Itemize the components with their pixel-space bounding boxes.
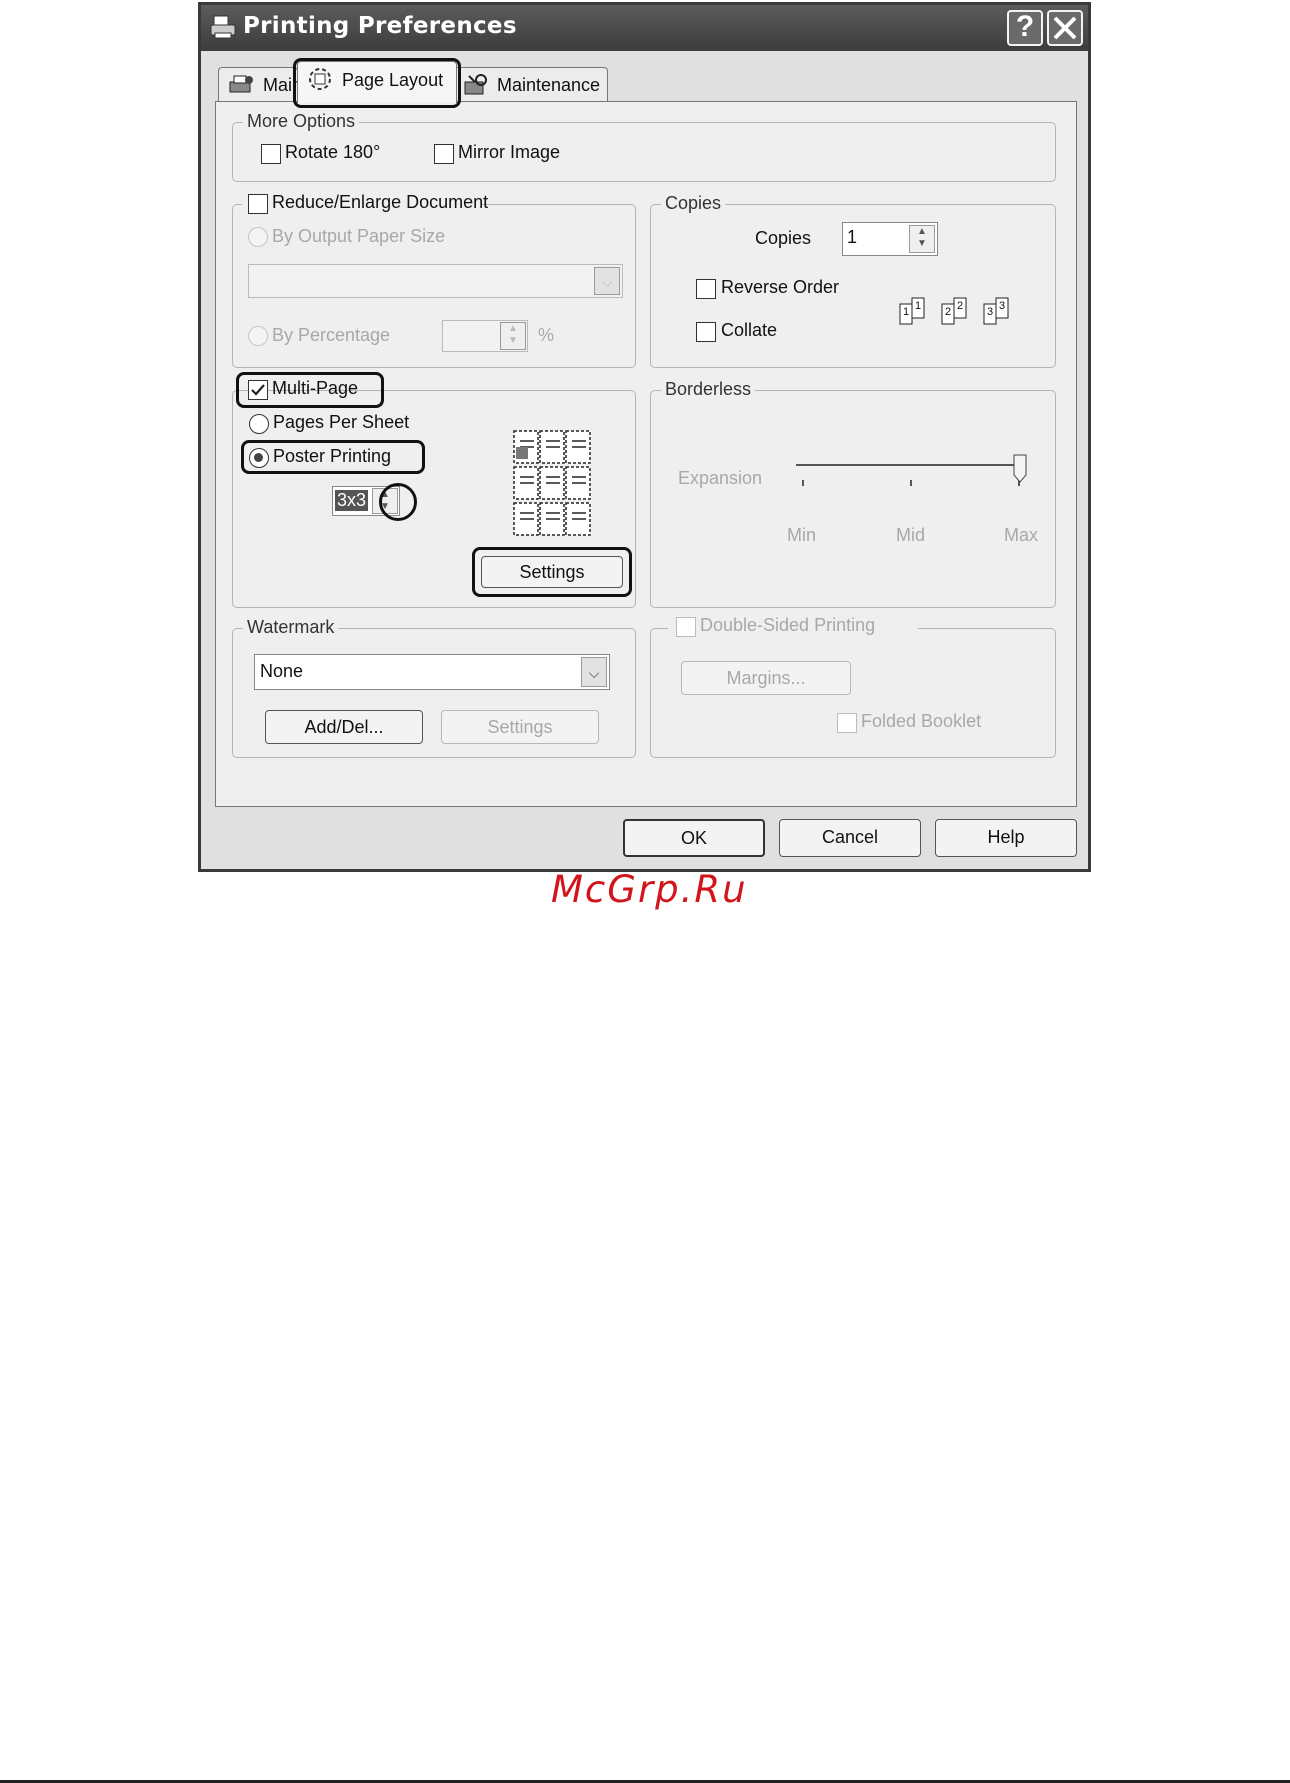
watermark-title: Watermark <box>243 617 339 638</box>
tab-main[interactable]: Main <box>218 67 302 101</box>
sheet-number: 2 <box>945 306 952 318</box>
close-button[interactable] <box>1047 10 1083 46</box>
watermark-settings-button[interactable]: Settings <box>441 710 599 744</box>
slider-tick <box>802 480 804 486</box>
tab-panel: More Options Rotate 180° Mirror Image Re… <box>215 101 1077 807</box>
highlight-settings <box>472 547 632 597</box>
collate-illustration: 1 1 2 2 3 3 <box>896 292 1026 326</box>
reverse-order-checkbox[interactable] <box>696 279 716 299</box>
collate-checkbox[interactable] <box>696 322 716 342</box>
maintenance-tab-icon <box>464 74 487 95</box>
by-percentage-radio[interactable] <box>248 326 268 346</box>
reduce-enlarge-label: Reduce/Enlarge Document <box>272 192 489 212</box>
ok-button[interactable]: OK <box>623 819 765 857</box>
percentage-input[interactable]: ▲ ▼ <box>442 320 528 352</box>
dialog-window: Printing Preferences ? Main Page Layout … <box>198 2 1091 872</box>
window-title: Printing Preferences <box>243 13 517 39</box>
by-output-paper-radio[interactable] <box>248 227 268 247</box>
title-bar[interactable]: Printing Preferences ? <box>201 5 1088 51</box>
poster-preview-icon <box>513 430 591 536</box>
sheet-number: 3 <box>999 300 1006 312</box>
sheet-number: 1 <box>903 306 910 318</box>
mirror-checkbox[interactable] <box>434 144 454 164</box>
slider-mid-label: Mid <box>896 525 926 545</box>
tab-maintenance-label: Maintenance <box>497 75 601 95</box>
expansion-slider[interactable] <box>796 454 1032 494</box>
copies-title: Copies <box>661 193 726 214</box>
borderless-group: Borderless <box>650 379 1056 608</box>
add-del-button[interactable]: Add/Del... <box>265 710 423 744</box>
sheet-set-3: 3 3 <box>980 296 1020 331</box>
reverse-order-label: Reverse Order <box>721 277 840 297</box>
sheet-number: 3 <box>987 306 994 318</box>
copies-label: Copies <box>755 228 812 248</box>
copies-value: 1 <box>847 227 858 247</box>
double-sided-label: Double-Sided Printing <box>700 615 876 635</box>
by-percentage-label: By Percentage <box>272 325 391 345</box>
by-output-paper-label: By Output Paper Size <box>272 226 446 246</box>
pages-per-sheet-radio[interactable] <box>249 414 269 434</box>
copies-stepper[interactable]: ▲ ▼ <box>909 225 935 253</box>
slider-thumb[interactable] <box>1012 454 1028 484</box>
folded-booklet-checkbox[interactable] <box>837 713 857 733</box>
tab-maintenance[interactable]: Maintenance <box>452 67 608 101</box>
margins-button[interactable]: Margins... <box>681 661 851 695</box>
site-watermark: McGrp.Ru <box>551 868 748 911</box>
watermark-selected: None <box>260 661 304 681</box>
slider-track <box>796 464 1024 466</box>
watermark-select[interactable]: None ⌵ <box>254 654 610 690</box>
rotate-checkbox[interactable] <box>261 144 281 164</box>
cancel-button[interactable]: Cancel <box>779 819 921 857</box>
double-sided-checkbox[interactable] <box>676 617 696 637</box>
printer-tab-icon <box>229 75 253 93</box>
help-button[interactable]: Help <box>935 819 1077 857</box>
poster-size-value: 3x3 <box>335 490 369 511</box>
reduce-enlarge-checkbox[interactable] <box>248 194 268 214</box>
highlight-poster-printing <box>241 440 425 474</box>
chevron-down-icon: ⌵ <box>594 267 620 295</box>
percentage-stepper[interactable]: ▲ ▼ <box>500 322 526 350</box>
output-paper-select[interactable]: ⌵ <box>248 264 623 298</box>
copies-input[interactable]: 1 ▲ ▼ <box>842 222 938 256</box>
borderless-title: Borderless <box>661 379 756 400</box>
sheet-set-2: 2 2 <box>938 296 978 331</box>
highlight-multi-page <box>236 372 384 408</box>
sheet-set-1: 1 1 <box>896 296 936 331</box>
collate-label: Collate <box>721 320 778 340</box>
percent-sign: % <box>538 325 555 345</box>
sheet-number: 2 <box>957 300 964 312</box>
chevron-down-icon: ⌵ <box>581 657 607 687</box>
expansion-label: Expansion <box>678 468 763 488</box>
more-options-title: More Options <box>243 111 360 132</box>
slider-min-label: Min <box>787 525 817 545</box>
slider-tick <box>910 480 912 486</box>
close-icon <box>1053 16 1077 40</box>
sheet-number: 1 <box>915 300 922 312</box>
help-title-button[interactable]: ? <box>1007 10 1043 46</box>
highlight-stepper <box>379 483 417 521</box>
rotate-label: Rotate 180° <box>285 142 381 162</box>
pages-per-sheet-label: Pages Per Sheet <box>273 412 410 432</box>
slider-max-label: Max <box>1004 525 1039 545</box>
folded-booklet-label: Folded Booklet <box>861 711 982 731</box>
mirror-label: Mirror Image <box>458 142 561 162</box>
highlight-tab <box>293 58 461 108</box>
printer-icon <box>210 15 236 39</box>
